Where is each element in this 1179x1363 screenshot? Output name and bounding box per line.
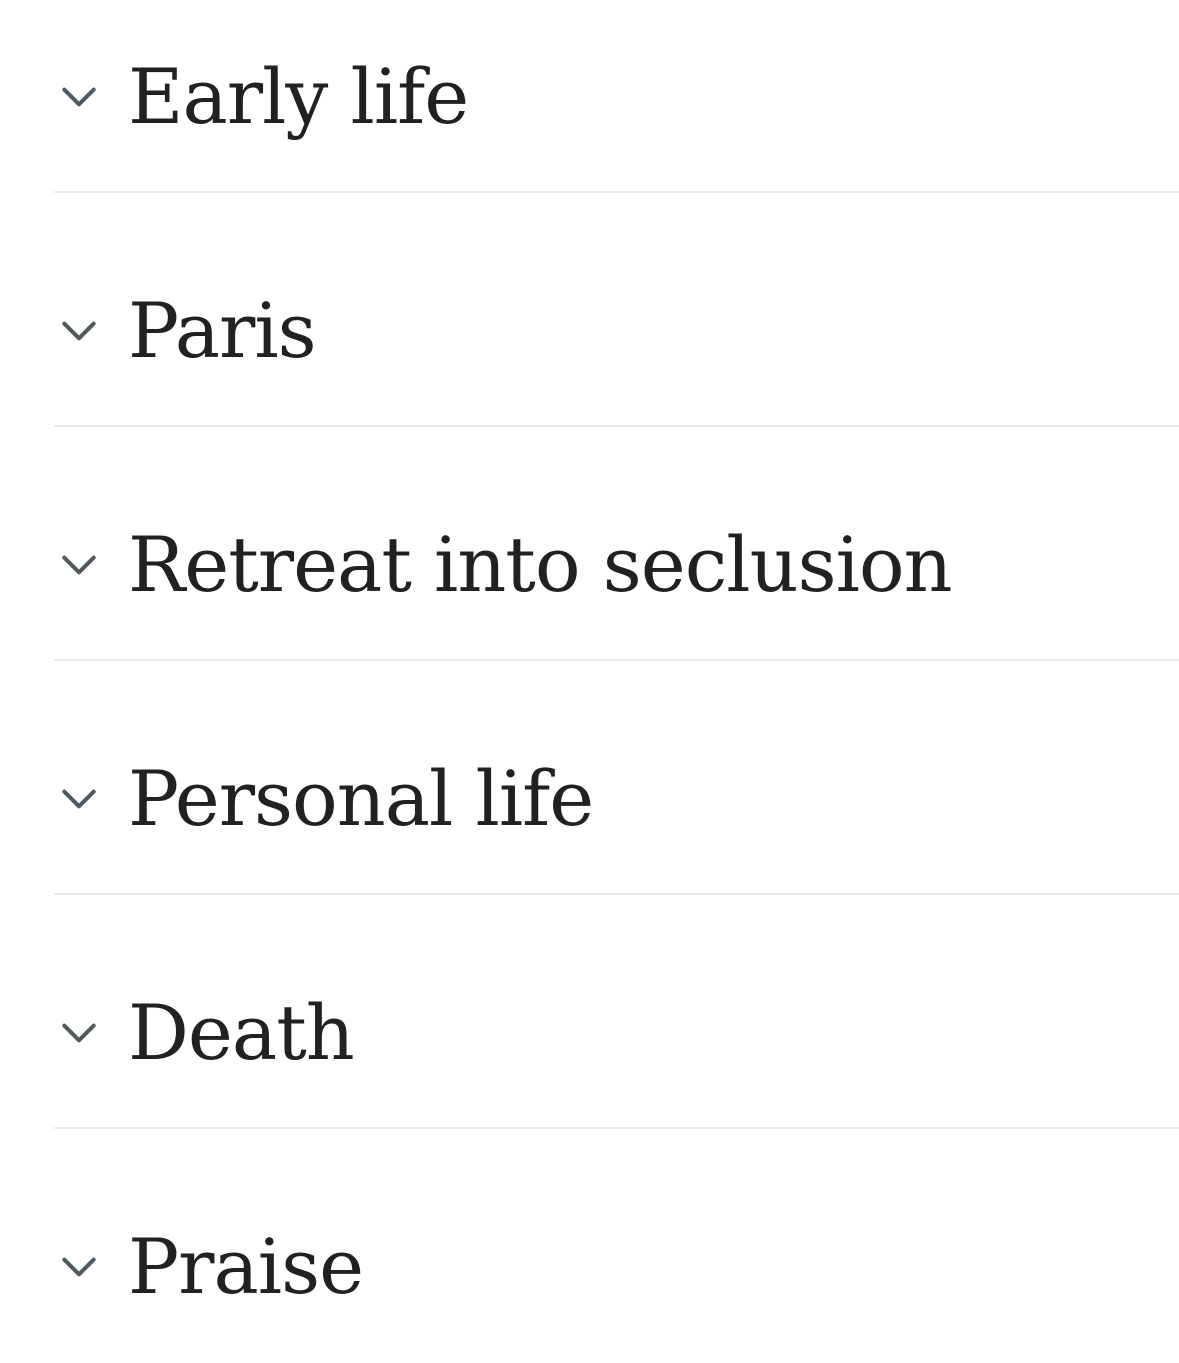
- section-personal-life[interactable]: Personal life: [0, 661, 1179, 895]
- section-header[interactable]: Praise: [54, 1217, 1179, 1317]
- section-list: Early life Paris Retreat into seclusion …: [0, 0, 1179, 1363]
- section-praise[interactable]: Praise: [0, 1129, 1179, 1363]
- chevron-down-icon[interactable]: [54, 306, 104, 356]
- section-death[interactable]: Death: [0, 895, 1179, 1129]
- section-paris[interactable]: Paris: [0, 193, 1179, 427]
- section-title: Death: [128, 988, 355, 1077]
- section-header[interactable]: Paris: [54, 281, 1179, 381]
- section-title: Retreat into seclusion: [128, 520, 953, 609]
- chevron-down-icon[interactable]: [54, 774, 104, 824]
- chevron-down-icon[interactable]: [54, 72, 104, 122]
- section-title: Paris: [128, 286, 317, 375]
- section-title: Praise: [128, 1222, 364, 1311]
- section-title: Personal life: [128, 754, 594, 843]
- section-header[interactable]: Personal life: [54, 749, 1179, 849]
- chevron-down-icon[interactable]: [54, 1242, 104, 1292]
- section-title: Early life: [128, 52, 469, 141]
- section-header[interactable]: Retreat into seclusion: [54, 515, 1179, 615]
- chevron-down-icon[interactable]: [54, 1008, 104, 1058]
- chevron-down-icon[interactable]: [54, 540, 104, 590]
- section-header[interactable]: Early life: [54, 47, 1179, 147]
- section-early-life[interactable]: Early life: [0, 0, 1179, 193]
- section-header[interactable]: Death: [54, 983, 1179, 1083]
- section-retreat-into-seclusion[interactable]: Retreat into seclusion: [0, 427, 1179, 661]
